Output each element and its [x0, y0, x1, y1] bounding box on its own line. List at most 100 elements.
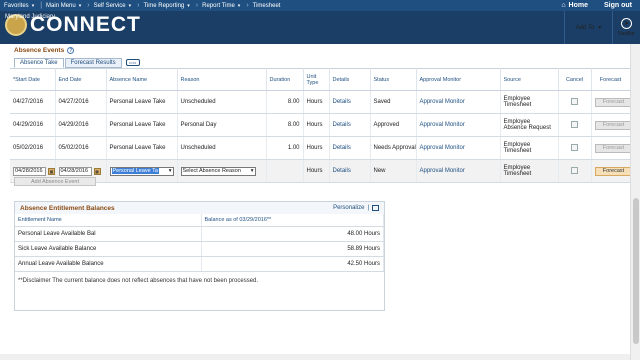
- forecast-button[interactable]: Forecast: [594, 166, 629, 176]
- cancel-checkbox[interactable]: [571, 97, 578, 105]
- entitlement-balances-panel: Absence Entitlement Balances Personalize…: [14, 201, 385, 311]
- balances-title: Absence Entitlement Balances: [20, 204, 115, 212]
- cancel-checkbox[interactable]: [571, 143, 578, 151]
- scrollbar-thumb[interactable]: [633, 198, 639, 344]
- calendar-icon[interactable]: ▦: [48, 167, 54, 175]
- sign-out-label: Sign out: [604, 2, 632, 9]
- absence-events-title: Absence Events: [14, 47, 65, 54]
- table-row: 04/27/2016 04/27/2016 Personal Leave Tak…: [10, 90, 630, 114]
- absence-events-grid: *Start Date End Date Absence Name Reason…: [10, 68, 630, 183]
- forecast-button[interactable]: Forecast: [594, 120, 629, 130]
- grid-view-icon[interactable]: [372, 205, 379, 211]
- cell-end-date: 05/02/2016: [55, 136, 107, 160]
- menu-timesheet[interactable]: Timesheet: [249, 3, 287, 9]
- col-unit-type[interactable]: Unit Type: [303, 68, 330, 91]
- cancel-checkbox[interactable]: [571, 120, 578, 128]
- cell-reason: Unscheduled: [177, 90, 267, 114]
- details-link[interactable]: Details: [329, 159, 371, 183]
- details-link[interactable]: Details: [329, 90, 371, 114]
- add-to-label: Add To: [575, 24, 595, 31]
- col-cancel[interactable]: Cancel: [558, 68, 592, 91]
- cell-duration: 8.00: [266, 113, 304, 137]
- cell-end-date: 04/27/2016: [55, 90, 107, 114]
- personalize-link[interactable]: Personalize |: [333, 205, 379, 211]
- cell-absence-name: Personal Leave Take: [106, 136, 178, 160]
- approval-monitor-link[interactable]: Approval Monitor: [416, 136, 501, 160]
- tab-forecast-results[interactable]: Forecast Results: [64, 58, 122, 68]
- compass-icon: ➤: [621, 18, 632, 29]
- cell-absence-name: Personal Leave Take: [106, 113, 178, 137]
- cell-start-date: 05/02/2016: [10, 136, 56, 160]
- show-all-columns-icon[interactable]: ▭▭: [125, 59, 140, 66]
- chevron-down-icon: ▾: [168, 168, 172, 174]
- cell-start-date: 04/27/2016: [10, 90, 56, 114]
- add-to-button[interactable]: Add To ▾: [564, 11, 612, 44]
- cell-status: Approved: [370, 113, 417, 137]
- table-row: Sick Leave Available Balance 58.89 Hours: [15, 241, 384, 257]
- entitlement-balance: 42.50 Hours: [201, 256, 384, 272]
- menu-favorites[interactable]: Favorites ▾: [0, 3, 40, 9]
- vertical-scrollbar[interactable]: [630, 44, 640, 360]
- forecast-button[interactable]: Forecast: [594, 97, 629, 107]
- disclaimer-text: **Disclaimer The current balance does no…: [18, 278, 259, 284]
- cell-unit-type: Hours: [303, 113, 330, 137]
- col-start-date[interactable]: *Start Date: [10, 68, 56, 91]
- table-row: 05/02/2016 05/02/2016 Personal Leave Tak…: [10, 136, 630, 160]
- cell-reason: Personal Day: [177, 113, 267, 137]
- menu-label: Report Time: [202, 2, 235, 9]
- cancel-checkbox[interactable]: [571, 166, 578, 174]
- col-end-date[interactable]: End Date: [55, 68, 107, 91]
- navbar-button[interactable]: ➤ NavBar: [612, 11, 640, 44]
- entitlement-name: Personal Leave Available Bal: [15, 226, 202, 242]
- menu-label: Timesheet: [252, 2, 281, 9]
- col-absence-name[interactable]: Absence Name: [106, 68, 178, 91]
- col-forecast[interactable]: Forecast: [591, 68, 630, 91]
- app-header: CONNECT Maryland Judiciary: [0, 11, 640, 44]
- details-link[interactable]: Details: [329, 136, 371, 160]
- approval-monitor-link[interactable]: Approval Monitor: [416, 159, 501, 183]
- home-link[interactable]: ⌂ Home: [553, 2, 596, 9]
- personalize-label: Personalize: [333, 205, 365, 211]
- cell-forecast: Forecast: [591, 136, 630, 160]
- entitlement-name: Annual Leave Available Balance: [15, 256, 202, 272]
- calendar-icon[interactable]: ▦: [93, 167, 101, 175]
- col-approval-monitor[interactable]: Approval Monitor: [416, 68, 501, 91]
- menu-report-time[interactable]: Report Time ▾: [198, 3, 246, 9]
- forecast-button[interactable]: Forecast: [594, 143, 629, 153]
- horizontal-scrollbar[interactable]: [0, 354, 630, 360]
- absence-reason-value: Select Absence Reason: [182, 168, 241, 174]
- col-source[interactable]: Source: [500, 68, 559, 91]
- col-status[interactable]: Status: [370, 68, 417, 91]
- cell-status: Needs Approval: [370, 136, 417, 160]
- menu-label: Favorites: [4, 2, 29, 9]
- separator: |: [367, 205, 369, 211]
- help-icon[interactable]: ?: [67, 47, 75, 54]
- col-details[interactable]: Details: [329, 68, 371, 91]
- top-menu-bar: Favorites ▾ | Main Menu ▾ › Self Service ▾ …: [0, 0, 640, 11]
- start-date-input[interactable]: 04/28/2016: [13, 166, 46, 176]
- menu-time-reporting[interactable]: Time Reporting ▾: [139, 3, 195, 9]
- cell-unit-type: Hours: [303, 90, 330, 114]
- col-balance: Balance as of 03/29/2016**: [201, 214, 384, 227]
- cell-forecast: Forecast: [591, 113, 630, 137]
- col-reason[interactable]: Reason: [177, 68, 267, 91]
- sign-out-link[interactable]: Sign out: [596, 2, 640, 9]
- menu-main-menu[interactable]: Main Menu ▾: [42, 3, 87, 9]
- cell-duration: 8.00: [266, 90, 304, 114]
- tab-absence-take[interactable]: Absence Take: [14, 58, 64, 68]
- details-link[interactable]: Details: [329, 113, 371, 137]
- col-duration[interactable]: Duration: [266, 68, 304, 91]
- absence-name-select[interactable]: Personal Leave Ta ▾: [109, 166, 174, 176]
- approval-monitor-link[interactable]: Approval Monitor: [416, 113, 501, 137]
- add-absence-event-button[interactable]: Add Absence Event: [14, 177, 96, 186]
- cell-reason: Select Absence Reason ▾: [177, 159, 267, 183]
- cell-absence-name: Personal Leave Take: [106, 90, 178, 114]
- menu-self-service[interactable]: Self Service ▾: [90, 3, 138, 9]
- cell-start-date: 04/29/2016: [10, 113, 56, 137]
- absence-reason-select[interactable]: Select Absence Reason ▾: [180, 166, 256, 176]
- approval-monitor-link[interactable]: Approval Monitor: [416, 90, 501, 114]
- end-date-input[interactable]: 04/28/2016: [58, 166, 92, 176]
- col-entitlement-name: Entitlement Name: [15, 214, 202, 227]
- cell-duration: 1.00: [266, 136, 304, 160]
- cell-unit-type: Hours: [303, 136, 330, 160]
